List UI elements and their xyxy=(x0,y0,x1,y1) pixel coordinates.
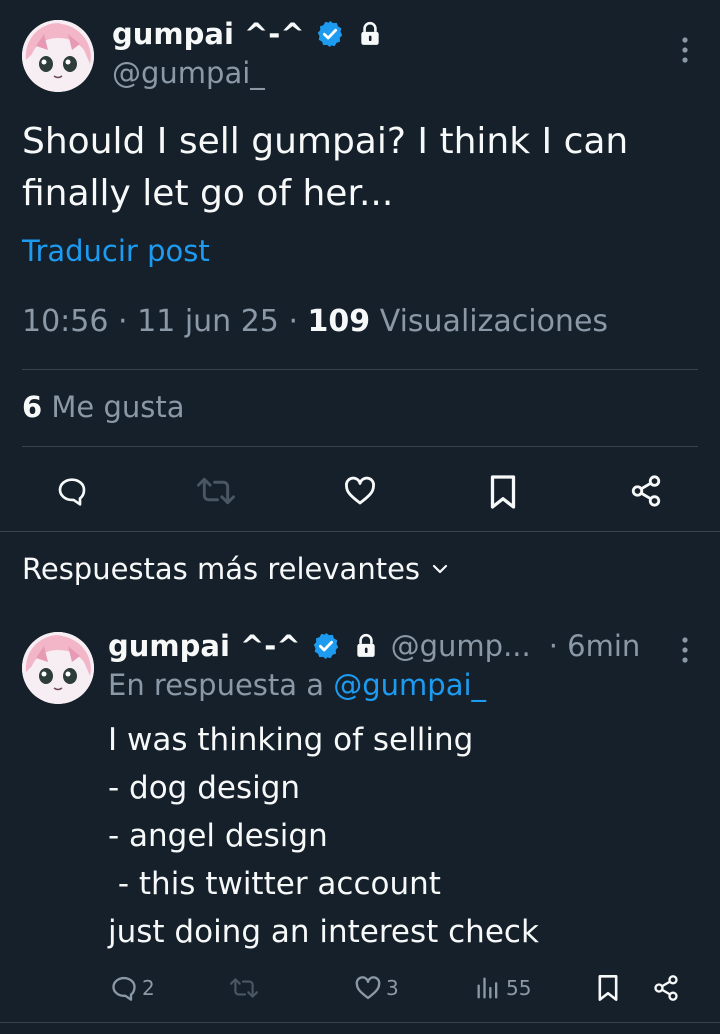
share-button[interactable] xyxy=(652,966,680,1010)
bookmark-icon[interactable] xyxy=(488,474,518,510)
divider xyxy=(22,369,698,370)
likes-count: 6 xyxy=(22,390,43,424)
retweet-button[interactable] xyxy=(230,966,258,1010)
reply-text: I was thinking of selling - dog design -… xyxy=(108,722,539,950)
reply-count: 2 xyxy=(142,976,155,1000)
share-icon[interactable] xyxy=(628,474,664,508)
reply-time[interactable]: · 6min xyxy=(549,629,641,663)
post-time[interactable]: 10:56 xyxy=(22,304,108,339)
replies-section-title: Respuestas más relevantes xyxy=(22,552,421,586)
like-count: 3 xyxy=(386,976,399,1000)
retweet-icon xyxy=(230,978,258,998)
author-display-name[interactable]: gumpai ^-^ xyxy=(112,17,305,51)
lock-icon xyxy=(356,633,375,657)
reply-action-bar: 2 3 55 xyxy=(108,966,698,1010)
author-name-row: gumpai ^-^ xyxy=(112,12,383,56)
avatar-image xyxy=(22,20,94,92)
reply-icon xyxy=(112,976,136,1001)
reply-icon[interactable] xyxy=(55,475,89,507)
replies-sort-dropdown[interactable]: Respuestas más relevantes xyxy=(22,552,450,586)
reply-to-handle-link[interactable]: @gumpai_ xyxy=(333,668,486,702)
post-date[interactable]: 11 jun 25 xyxy=(137,304,279,339)
more-vertical-icon[interactable] xyxy=(682,36,688,64)
likes-label: Me gusta xyxy=(51,390,185,424)
divider xyxy=(22,446,698,447)
retweet-icon[interactable] xyxy=(197,476,235,506)
bookmark-icon xyxy=(598,975,618,1001)
views-count: 109 xyxy=(307,304,371,339)
heart-icon xyxy=(355,976,381,1000)
post-meta: 10:56 · 11 jun 25 · 109 Visualizaciones xyxy=(22,304,608,339)
reply-button[interactable]: 2 xyxy=(110,966,155,1010)
meta-separator: · xyxy=(118,304,128,339)
reply-to-line: En respuesta a @gumpai_ xyxy=(108,668,486,702)
reply-to-label: En respuesta a xyxy=(108,668,325,702)
views-icon xyxy=(477,977,498,999)
avatar[interactable] xyxy=(22,20,94,92)
section-divider xyxy=(0,1022,720,1023)
views-count: 55 xyxy=(506,976,532,1000)
reply-avatar[interactable] xyxy=(22,632,94,704)
verified-badge-icon xyxy=(313,632,338,660)
heart-icon[interactable] xyxy=(342,474,378,508)
reply-author-row: gumpai ^-^ @gump... · 6min xyxy=(108,624,640,668)
translate-post-link[interactable]: Traducir post xyxy=(22,234,210,268)
meta-separator: · xyxy=(288,304,298,339)
views-label: Visualizaciones xyxy=(379,304,609,339)
avatar-image xyxy=(22,632,94,704)
tweet-detail-page: gumpai ^-^ @gumpai_ Should I sell gumpai… xyxy=(0,0,720,1034)
reply-display-name[interactable]: gumpai ^-^ xyxy=(108,629,301,663)
post-text: Should I sell gumpai? I think I can fina… xyxy=(22,121,629,214)
likes-summary[interactable]: 6 Me gusta xyxy=(22,390,185,424)
more-vertical-icon[interactable] xyxy=(682,636,688,664)
section-divider xyxy=(0,531,720,532)
bookmark-button[interactable] xyxy=(594,966,622,1010)
reply-handle[interactable]: @gump... xyxy=(391,629,531,663)
author-handle[interactable]: @gumpai_ xyxy=(112,56,265,90)
like-button[interactable]: 3 xyxy=(354,966,399,1010)
verified-badge-icon xyxy=(317,20,342,48)
chevron-down-icon xyxy=(432,564,448,574)
share-icon xyxy=(654,975,678,1001)
views-button[interactable]: 55 xyxy=(474,966,531,1010)
lock-icon xyxy=(360,21,379,45)
